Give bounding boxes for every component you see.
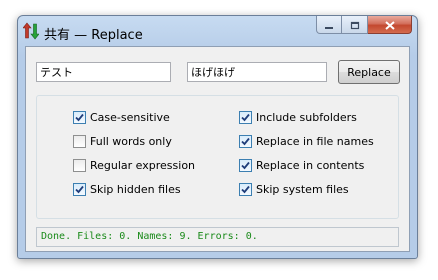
checkbox[interactable] — [73, 135, 86, 148]
close-icon — [384, 15, 395, 34]
replace-input[interactable] — [187, 62, 327, 82]
close-button[interactable] — [368, 16, 412, 34]
option-replace-in-file-names[interactable]: Replace in file names — [239, 135, 374, 148]
window-title: 共有 — Replace — [44, 28, 143, 43]
check-icon — [241, 137, 250, 146]
check-icon — [241, 185, 250, 194]
options-group: Case-sensitive Full words only Regular e… — [36, 95, 399, 219]
check-icon — [241, 161, 250, 170]
find-input[interactable] — [36, 62, 171, 82]
checkbox[interactable] — [239, 183, 252, 196]
status-bar: Done. Files: 0. Names: 9. Errors: 0. — [36, 227, 399, 247]
option-label: Include subfolders — [256, 111, 357, 124]
checkbox[interactable] — [239, 135, 252, 148]
title-bar[interactable]: 共有 — Replace — [18, 16, 417, 46]
maximize-icon — [350, 15, 360, 34]
option-full-words-only[interactable]: Full words only — [73, 135, 172, 148]
minimize-button[interactable] — [316, 16, 342, 34]
check-icon — [241, 113, 250, 122]
client-area: Replace Case-sensitive Full words only R… — [25, 46, 410, 252]
option-label: Full words only — [90, 135, 172, 148]
option-case-sensitive[interactable]: Case-sensitive — [73, 111, 170, 124]
up-down-arrows-icon — [22, 22, 40, 40]
option-label: Skip hidden files — [90, 183, 181, 196]
option-label: Case-sensitive — [90, 111, 170, 124]
checkbox[interactable] — [73, 159, 86, 172]
checkbox[interactable] — [73, 183, 86, 196]
option-label: Replace in contents — [256, 159, 365, 172]
option-replace-in-contents[interactable]: Replace in contents — [239, 159, 364, 172]
option-skip-system-files[interactable]: Skip system files — [239, 183, 349, 196]
check-icon — [75, 185, 84, 194]
option-skip-hidden-files[interactable]: Skip hidden files — [73, 183, 181, 196]
checkbox[interactable] — [239, 159, 252, 172]
option-label: Replace in file names — [256, 135, 374, 148]
option-regular-expression[interactable]: Regular expression — [73, 159, 195, 172]
option-include-subfolders[interactable]: Include subfolders — [239, 111, 357, 124]
maximize-button[interactable] — [342, 16, 368, 34]
checkbox[interactable] — [73, 111, 86, 124]
option-label: Regular expression — [90, 159, 196, 172]
replace-button[interactable]: Replace — [338, 60, 400, 84]
checkbox[interactable] — [239, 111, 252, 124]
option-label: Skip system files — [256, 183, 349, 196]
minimize-icon — [324, 15, 334, 34]
replace-window: 共有 — Replace Replace — [17, 15, 418, 259]
caption-buttons — [316, 16, 412, 36]
check-icon — [75, 113, 84, 122]
